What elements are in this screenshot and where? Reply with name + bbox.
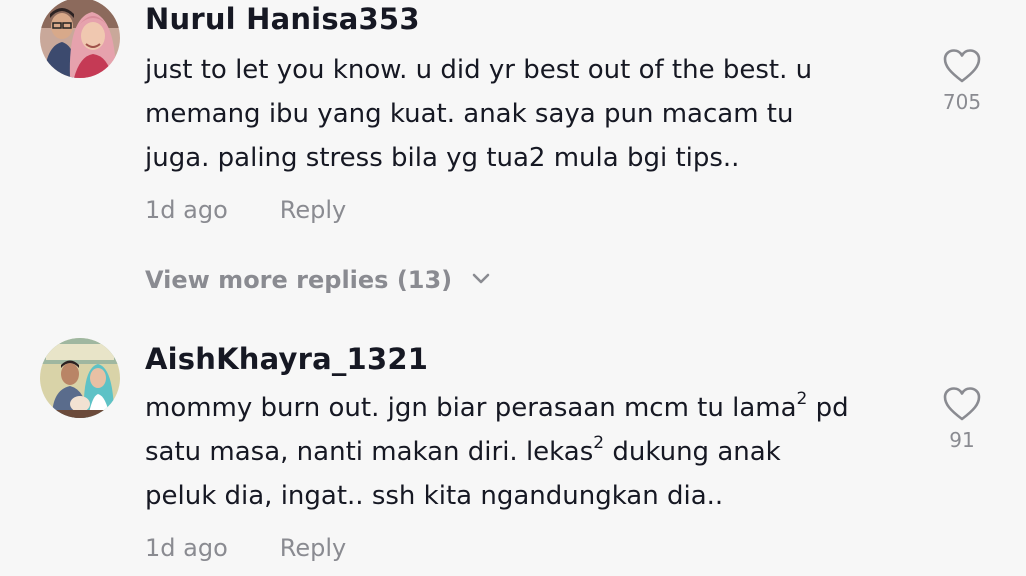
text-segment: satu masa, nanti makan diri. lekas bbox=[145, 437, 594, 467]
comment-timestamp: 1d ago bbox=[145, 196, 228, 224]
comment-text-line: memang ibu yang kuat. anak saya pun maca… bbox=[145, 99, 794, 129]
text-segment: peluk dia, ingat.. ssh kita ngandungkan … bbox=[145, 481, 724, 511]
comment-text-line: satu masa, nanti makan diri. lekas2 duku… bbox=[145, 430, 905, 474]
heart-icon[interactable] bbox=[942, 386, 982, 422]
comment-text: mommy burn out. jgn biar perasaan mcm tu… bbox=[145, 386, 905, 518]
comment-text: just to let you know. u did yr best out … bbox=[145, 48, 905, 180]
like-control: 705 bbox=[932, 48, 992, 114]
chevron-down-icon bbox=[472, 273, 489, 284]
avatar-couple-photo-icon bbox=[40, 0, 120, 78]
comment-item: Nurul Hanisa353 just to let you know. u … bbox=[0, 0, 1026, 250]
comment-meta: 1d ago Reply bbox=[145, 196, 346, 224]
comment-username[interactable]: AishKhayra_1321 bbox=[145, 342, 428, 376]
text-segment: dukung anak bbox=[604, 437, 781, 467]
comment-username[interactable]: Nurul Hanisa353 bbox=[145, 2, 420, 36]
reply-button[interactable]: Reply bbox=[280, 196, 346, 224]
comment-text-line: mommy burn out. jgn biar perasaan mcm tu… bbox=[145, 386, 905, 430]
view-more-replies-label: View more replies (13) bbox=[145, 266, 453, 294]
comment-item: AishKhayra_1321 mommy burn out. jgn biar… bbox=[0, 338, 1026, 576]
comment-text-line: peluk dia, ingat.. ssh kita ngandungkan … bbox=[145, 474, 905, 518]
superscript: 2 bbox=[796, 389, 808, 410]
heart-icon[interactable] bbox=[942, 48, 982, 84]
like-count: 91 bbox=[949, 428, 975, 452]
avatar-family-photo-icon bbox=[40, 338, 120, 418]
comment-text-line: just to let you know. u did yr best out … bbox=[145, 55, 813, 85]
like-count: 705 bbox=[942, 90, 982, 114]
avatar[interactable] bbox=[40, 338, 120, 418]
view-more-replies-button[interactable]: View more replies (13) bbox=[145, 266, 491, 294]
comment-meta: 1d ago Reply bbox=[145, 534, 346, 562]
like-control: 91 bbox=[932, 386, 992, 452]
comment-timestamp: 1d ago bbox=[145, 534, 228, 562]
text-segment: pd bbox=[807, 393, 849, 423]
superscript: 2 bbox=[593, 433, 605, 454]
avatar[interactable] bbox=[40, 0, 120, 78]
comment-text-line: juga. paling stress bila yg tua2 mula bg… bbox=[145, 143, 740, 173]
text-segment: mommy burn out. jgn biar perasaan mcm tu… bbox=[145, 393, 797, 423]
reply-button[interactable]: Reply bbox=[280, 534, 346, 562]
